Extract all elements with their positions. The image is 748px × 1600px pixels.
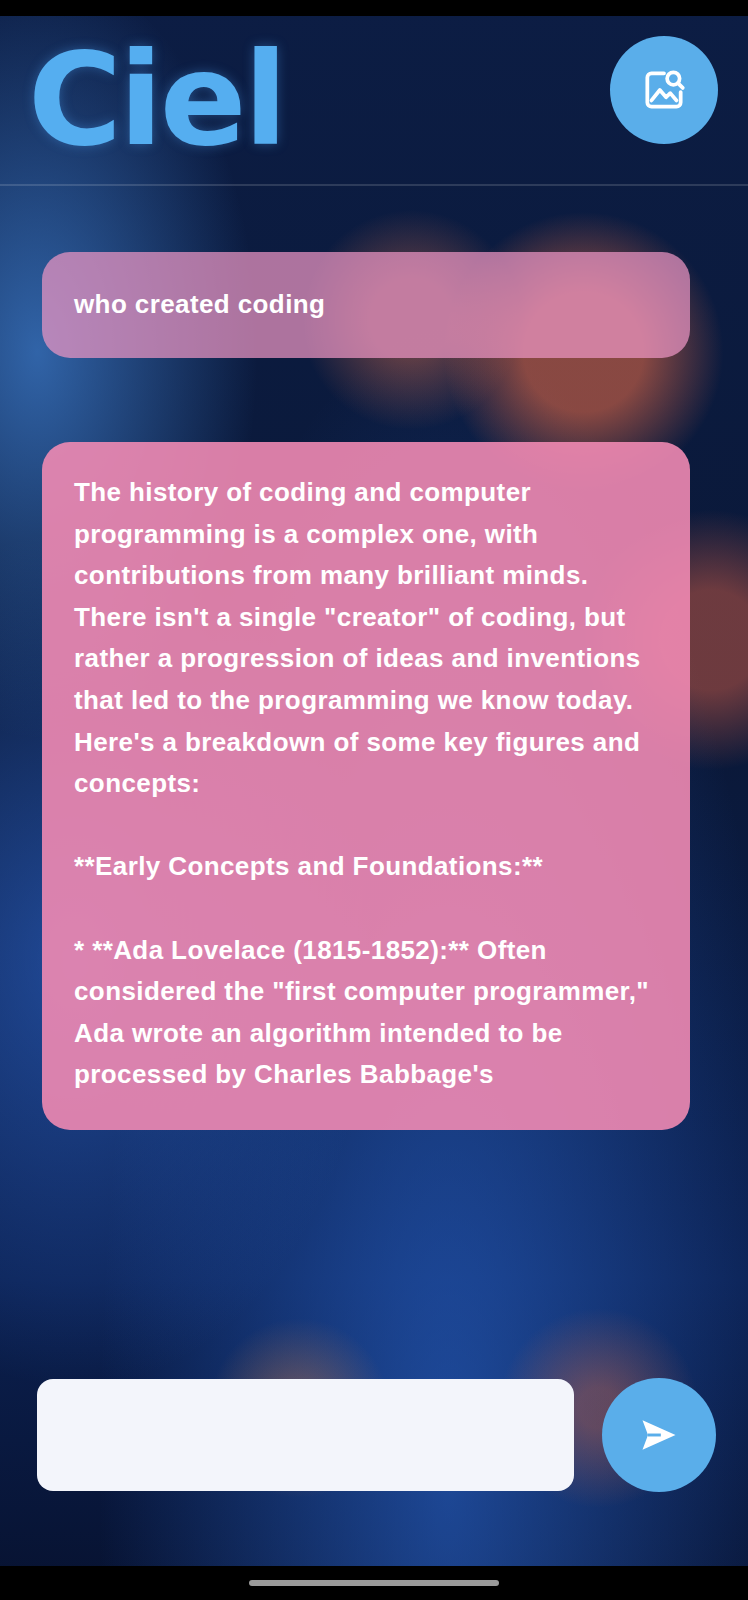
send-icon: [637, 1413, 681, 1457]
image-search-icon: [639, 65, 689, 115]
home-handle[interactable]: [249, 1580, 499, 1586]
app-logo: Ciel: [28, 30, 285, 171]
status-bar: [0, 0, 748, 16]
chat-screen: Ciel who created coding The history of co…: [0, 0, 748, 1600]
assistant-message: The history of coding and computer progr…: [42, 442, 690, 1130]
message-text: The history of coding and computer progr…: [74, 472, 658, 1096]
app-header: Ciel: [0, 16, 748, 186]
message-input[interactable]: [37, 1379, 574, 1491]
user-message: who created coding: [42, 252, 690, 358]
composer: [0, 1348, 748, 1566]
message-text: who created coding: [74, 284, 325, 326]
image-search-button[interactable]: [610, 36, 718, 144]
navigation-bar: [0, 1566, 748, 1600]
message-list: who created coding The history of coding …: [0, 186, 748, 1348]
send-button[interactable]: [602, 1378, 716, 1492]
